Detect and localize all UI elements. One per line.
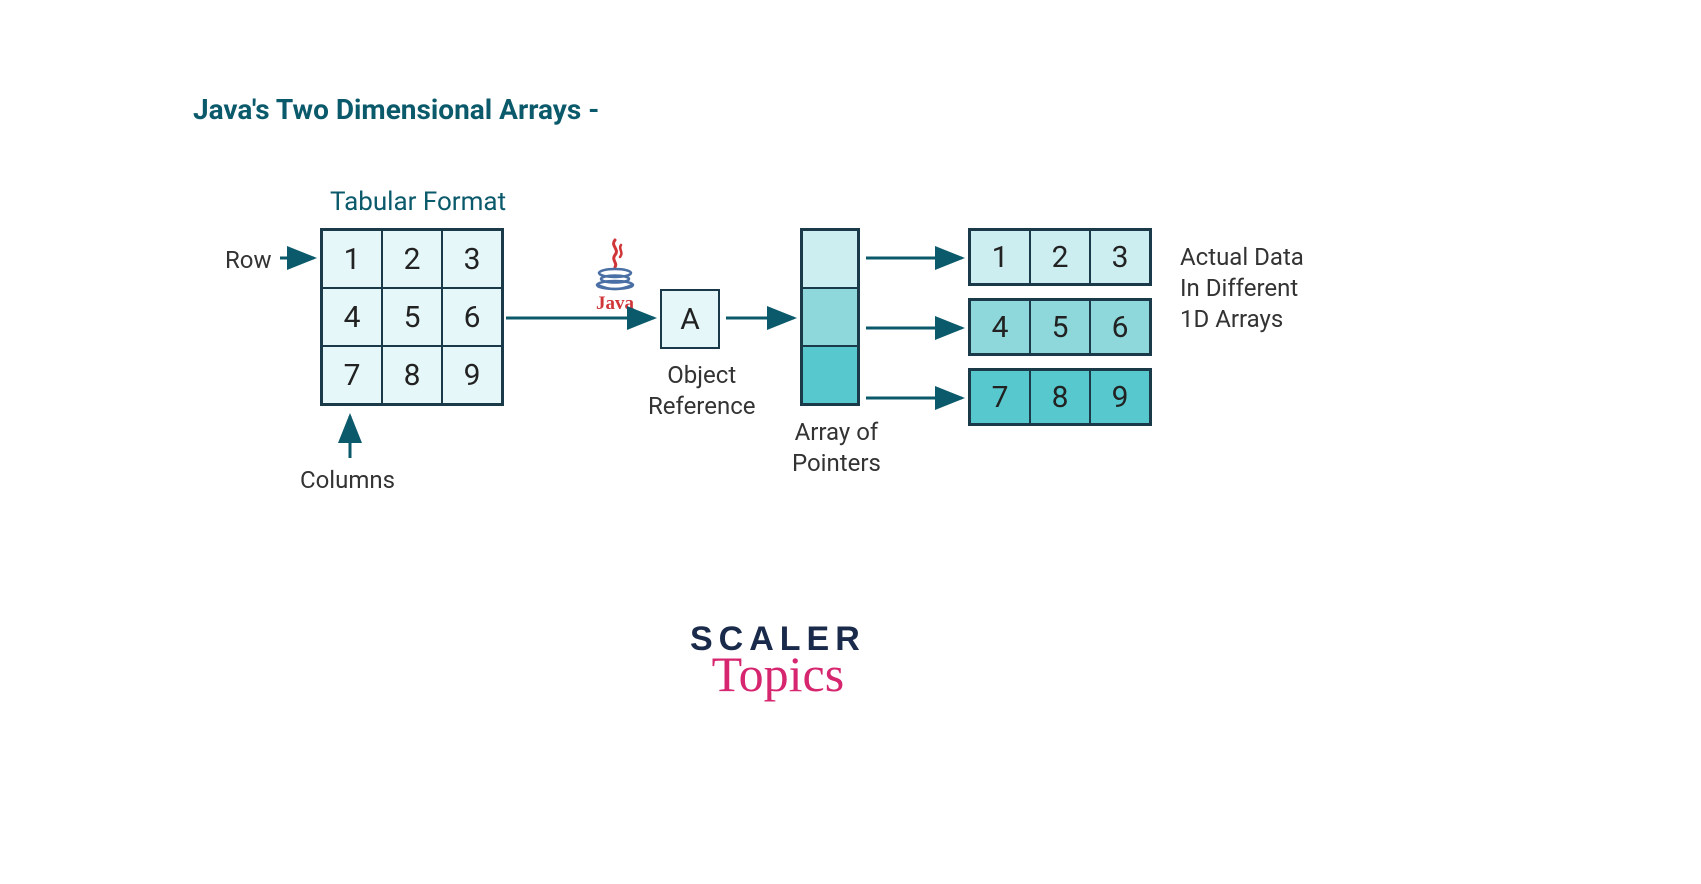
tabular-grid: 1 2 3 4 5 6 7 8 9 (320, 228, 504, 406)
java-cup-icon (592, 237, 638, 293)
java-logo: Java (580, 225, 650, 315)
java-logo-text: Java (596, 293, 634, 315)
grid-cell: 6 (442, 288, 502, 346)
array-cell: 8 (1030, 370, 1090, 424)
array-cell: 2 (1030, 230, 1090, 284)
pointer-cell (802, 230, 858, 288)
array-cell: 4 (970, 300, 1030, 354)
array-of-pointers-label: Array of Pointers (792, 417, 881, 479)
grid-cell: 1 (322, 230, 382, 288)
grid-cell: 9 (442, 346, 502, 404)
array-1d-row1: 1 2 3 (968, 228, 1152, 286)
grid-cell: 2 (382, 230, 442, 288)
array-cell: 1 (970, 230, 1030, 284)
diagram-title: Java's Two Dimensional Arrays - (193, 93, 599, 126)
pointer-cell (802, 288, 858, 346)
grid-cell: 8 (382, 346, 442, 404)
row-label: Row (225, 245, 272, 276)
pointer-stack (800, 228, 860, 406)
columns-label: Columns (300, 465, 395, 496)
array-cell: 6 (1090, 300, 1150, 354)
grid-cell: 4 (322, 288, 382, 346)
array-1d-row2: 4 5 6 (968, 298, 1152, 356)
object-reference-label: Object Reference (648, 360, 755, 422)
array-1d-row3: 7 8 9 (968, 368, 1152, 426)
grid-cell: 3 (442, 230, 502, 288)
array-cell: 9 (1090, 370, 1150, 424)
tabular-format-label: Tabular Format (330, 186, 506, 220)
array-cell: 7 (970, 370, 1030, 424)
scaler-topics-logo: SCALER Topics (690, 620, 866, 703)
pointer-cell (802, 346, 858, 404)
actual-data-label: Actual Data In Different 1D Arrays (1180, 242, 1304, 336)
object-reference-box: A (660, 289, 720, 349)
topics-text: Topics (690, 645, 866, 703)
array-cell: 5 (1030, 300, 1090, 354)
grid-cell: 5 (382, 288, 442, 346)
grid-cell: 7 (322, 346, 382, 404)
array-cell: 3 (1090, 230, 1150, 284)
